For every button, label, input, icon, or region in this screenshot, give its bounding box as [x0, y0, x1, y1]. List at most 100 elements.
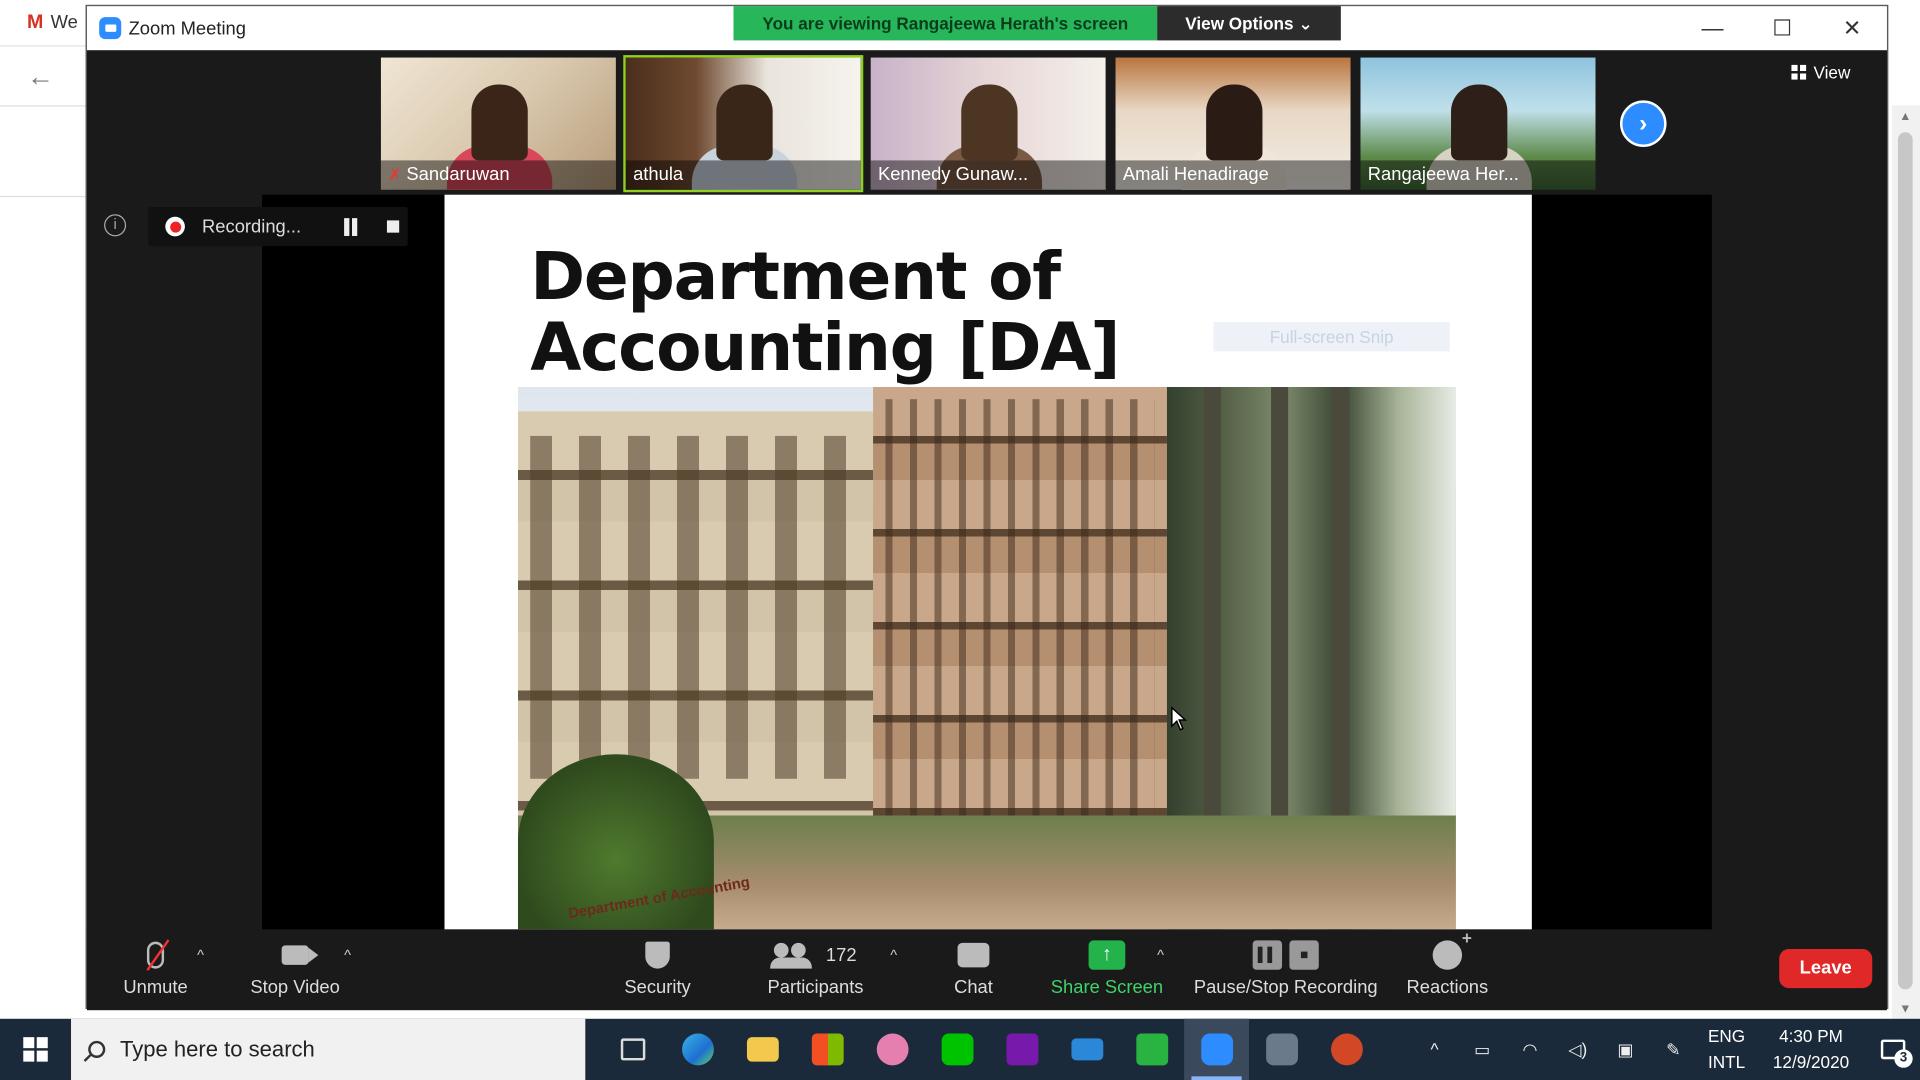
meeting-toolbar: Unmute ^ Stop Video ^ Security 172 Parti… [86, 928, 1887, 1011]
browser-scrollbar[interactable]: ▲ ▼ [1891, 105, 1920, 1019]
video-camera-icon [281, 945, 319, 965]
participant-name: Kennedy Gunaw... [877, 164, 1029, 185]
reactions-button[interactable]: Reactions [1406, 928, 1489, 1006]
reactions-label: Reactions [1406, 977, 1489, 998]
recording-indicator: Recording... ▌▌ [148, 206, 408, 247]
pen-icon[interactable]: ✎ [1649, 1039, 1697, 1060]
browser-tab[interactable]: M We [0, 0, 89, 47]
notification-count: 3 [1894, 1049, 1913, 1068]
participants-button[interactable]: 172 Participants [763, 937, 868, 1006]
unmute-button[interactable]: Unmute [121, 937, 190, 1006]
participant-name: Rangajeewa Her... [1367, 164, 1519, 185]
participant-video [1206, 84, 1263, 161]
scroll-up-icon[interactable]: ▲ [1899, 110, 1911, 123]
department-building-photo: Department of Accounting [517, 386, 1456, 930]
scroll-thumb[interactable] [1897, 132, 1913, 990]
show-hidden-icons-chevron-icon[interactable]: ^ [1411, 1040, 1459, 1060]
windows-taskbar: Type here to search ^ ▭ ◠ ◁) ▣ ✎ ENG INT… [0, 1018, 1920, 1080]
participant-name-bar: ✗ Sandaruwan [380, 160, 616, 190]
divider [0, 105, 89, 107]
participants-options-caret-icon[interactable]: ^ [890, 947, 897, 964]
store-icon[interactable] [795, 1019, 860, 1080]
line-app-icon[interactable] [924, 1019, 989, 1080]
snip-and-sketch-icon[interactable] [860, 1019, 925, 1080]
participant-tile[interactable]: Kennedy Gunaw... [868, 55, 1108, 192]
view-button[interactable]: View [1791, 62, 1850, 82]
participant-name-bar: Kennedy Gunaw... [870, 160, 1106, 190]
date-label: 12/9/2020 [1772, 1051, 1850, 1072]
edge-browser-icon[interactable] [665, 1019, 730, 1080]
clock[interactable]: 4:30 PM 12/9/2020 [1756, 1024, 1866, 1075]
security-button[interactable]: Security [621, 937, 694, 1006]
view-options-button[interactable]: View Options ⌄ [1157, 6, 1341, 41]
onenote-icon[interactable] [989, 1019, 1054, 1080]
shield-icon [645, 941, 670, 969]
back-arrow-icon[interactable]: ← [27, 61, 54, 93]
volume-icon[interactable]: ◁) [1554, 1039, 1602, 1060]
minimize-icon[interactable]: — [1678, 6, 1748, 50]
stop-video-button[interactable]: Stop Video [246, 937, 344, 1006]
participant-name: Sandaruwan [406, 164, 510, 185]
recording-dot-icon [165, 216, 185, 237]
participant-tile[interactable]: Amali Henadirage [1113, 55, 1353, 192]
slide-title: Department of Accounting [DA] [530, 237, 1120, 386]
participant-video [471, 84, 528, 161]
language-label: ENG [1707, 1026, 1746, 1046]
leave-button[interactable]: Leave [1779, 948, 1873, 989]
participant-tile[interactable]: Rangajeewa Her... [1358, 55, 1598, 192]
audio-options-caret-icon[interactable]: ^ [197, 947, 204, 964]
smiley-reaction-icon [1432, 928, 1472, 970]
windows-logo-icon [23, 1037, 48, 1062]
next-page-chevron-right-icon[interactable]: › [1620, 100, 1667, 147]
browser-tab-label: We [50, 12, 78, 34]
battery-icon[interactable]: ▭ [1458, 1039, 1506, 1060]
participant-tile-active-speaker[interactable]: athula [623, 55, 864, 193]
maximize-icon[interactable]: ☐ [1747, 6, 1817, 50]
task-view-icon[interactable] [600, 1019, 665, 1080]
share-options-caret-icon[interactable]: ^ [1157, 947, 1164, 964]
meeting-info-icon[interactable]: i [104, 214, 127, 237]
close-icon[interactable]: ✕ [1817, 6, 1887, 50]
language-indicator[interactable]: ENG INTL [1697, 1024, 1756, 1075]
security-label: Security [624, 977, 691, 998]
chat-label: Chat [954, 977, 993, 998]
wifi-icon[interactable]: ◠ [1506, 1039, 1554, 1060]
time-label: 4:30 PM [1779, 1026, 1843, 1046]
participant-name-bar: Amali Henadirage [1115, 160, 1351, 190]
mail-icon[interactable] [1054, 1019, 1119, 1080]
search-icon [88, 1040, 106, 1058]
camtasia-icon[interactable] [1119, 1019, 1184, 1080]
pause-recording-icon[interactable]: ▌▌ [344, 218, 362, 235]
participant-tile[interactable]: ✗ Sandaruwan [378, 55, 618, 192]
zoom-taskbar-icon[interactable] [1184, 1018, 1249, 1080]
scroll-down-icon[interactable]: ▼ [1899, 1003, 1911, 1016]
camera-icon[interactable] [1249, 1019, 1314, 1080]
system-tray: ^ ▭ ◠ ◁) ▣ ✎ ENG INTL 4:30 PM 12/9/2020 … [1411, 1019, 1920, 1080]
pause-stop-recording-button[interactable]: ▌▌ ■ Pause/Stop Recording [1194, 937, 1378, 1006]
stop-recording-icon[interactable] [386, 220, 400, 233]
full-screen-snip-label: Full-screen Snip [1213, 322, 1450, 352]
security-status-icon[interactable]: ▣ [1602, 1039, 1650, 1060]
muted-mic-icon: ✗ [388, 165, 402, 184]
video-options-caret-icon[interactable]: ^ [344, 947, 351, 964]
view-button-label: View [1813, 62, 1851, 83]
viewing-message: You are viewing Rangajeewa Herath's scre… [733, 6, 1158, 41]
share-screen-label: Share Screen [1050, 977, 1164, 998]
chat-button[interactable]: Chat [949, 937, 998, 1006]
file-explorer-icon[interactable] [730, 1019, 795, 1080]
powerpoint-icon[interactable] [1314, 1019, 1379, 1080]
window-titlebar: Zoom Meeting You are viewing Rangajeewa … [86, 6, 1887, 51]
start-button[interactable] [0, 1019, 71, 1080]
notifications-button[interactable]: 3 [1866, 1019, 1920, 1080]
building-windows [530, 435, 861, 779]
stop-video-label: Stop Video [250, 977, 340, 998]
divider [0, 195, 89, 198]
taskbar-search[interactable]: Type here to search [71, 1018, 586, 1080]
search-placeholder: Type here to search [120, 1036, 315, 1062]
share-screen-button[interactable]: ↑ Share Screen [1050, 937, 1164, 1006]
pause-icon[interactable]: ▌▌ [1252, 940, 1283, 970]
participant-name: athula [633, 164, 684, 185]
participant-name-bar: Rangajeewa Her... [1360, 160, 1596, 190]
pinned-apps [600, 1018, 1379, 1080]
stop-icon[interactable]: ■ [1289, 940, 1319, 970]
